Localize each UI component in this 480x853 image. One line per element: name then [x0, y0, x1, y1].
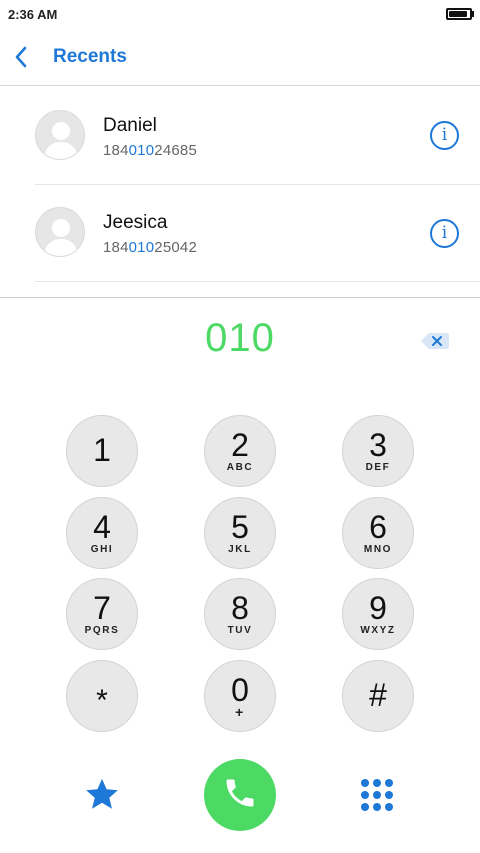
contact-number: 18401025042	[103, 239, 197, 256]
key-2[interactable]: 2 ABC	[204, 415, 276, 487]
list-item[interactable]: Daniel 18401024685 i	[0, 87, 480, 185]
keypad-grid-icon[interactable]	[360, 778, 394, 812]
battery-icon	[446, 8, 472, 20]
key-4[interactable]: 4 GHI	[66, 497, 138, 569]
key-hash[interactable]: #	[342, 660, 414, 732]
bottom-bar	[0, 755, 480, 845]
status-bar: 2:36 AM	[0, 0, 480, 28]
number-match: 010	[128, 239, 155, 256]
key-digit: 0	[231, 672, 249, 708]
key-letters: JKL	[228, 544, 252, 555]
key-digit: 5	[231, 509, 249, 545]
key-letters: TUV	[227, 625, 253, 636]
back-label[interactable]: Recents	[53, 46, 127, 68]
contact-name: Jeesica	[103, 212, 168, 233]
key-letters: MNO	[363, 544, 393, 555]
back-button[interactable]	[14, 42, 40, 72]
row-divider	[35, 281, 480, 282]
star-icon[interactable]	[83, 776, 121, 814]
key-9[interactable]: 9 WXYZ	[342, 578, 414, 650]
list-item[interactable]: Jeesica 18401025042 i	[0, 185, 480, 282]
key-digit: 7	[93, 590, 111, 626]
key-0[interactable]: 0 +	[204, 660, 276, 732]
chevron-left-icon	[14, 42, 40, 72]
dialed-number: 010	[205, 316, 275, 360]
key-7[interactable]: 7 PQRS	[66, 578, 138, 650]
key-6[interactable]: 6 MNO	[342, 497, 414, 569]
key-letters: PQRS	[84, 625, 120, 636]
key-star[interactable]: *	[66, 660, 138, 732]
avatar	[35, 207, 85, 257]
key-letters: GHI	[90, 544, 114, 555]
key-digit: 6	[369, 509, 387, 545]
info-circle-icon[interactable]: i	[430, 219, 459, 248]
key-1[interactable]: 1	[66, 415, 138, 487]
backspace-icon[interactable]	[420, 331, 450, 351]
key-digit: 1	[93, 432, 111, 468]
key-letters: WXYZ	[360, 625, 396, 636]
key-letters: +	[235, 704, 245, 720]
avatar	[35, 110, 85, 160]
key-letters: DEF	[365, 462, 391, 473]
key-digit: 4	[93, 509, 111, 545]
key-letters: ABC	[226, 462, 254, 473]
status-time: 2:36 AM	[8, 7, 58, 22]
key-8[interactable]: 8 TUV	[204, 578, 276, 650]
phone-icon	[222, 775, 258, 816]
battery-level	[449, 11, 467, 17]
dialer-divider	[0, 297, 480, 298]
key-3[interactable]: 3 DEF	[342, 415, 414, 487]
call-button[interactable]	[204, 759, 276, 831]
contact-number: 18401024685	[103, 142, 197, 159]
battery-tip	[472, 11, 474, 17]
key-digit: 2	[231, 427, 249, 463]
key-digit: *	[96, 684, 108, 717]
contact-name: Daniel	[103, 115, 157, 136]
key-5[interactable]: 5 JKL	[204, 497, 276, 569]
nav-bar: Recents	[0, 28, 480, 86]
number-match: 010	[128, 142, 155, 159]
key-digit: 3	[369, 427, 387, 463]
key-digit: #	[369, 677, 387, 713]
key-digit: 9	[369, 590, 387, 626]
key-digit: 8	[231, 590, 249, 626]
info-circle-icon[interactable]: i	[430, 121, 459, 150]
